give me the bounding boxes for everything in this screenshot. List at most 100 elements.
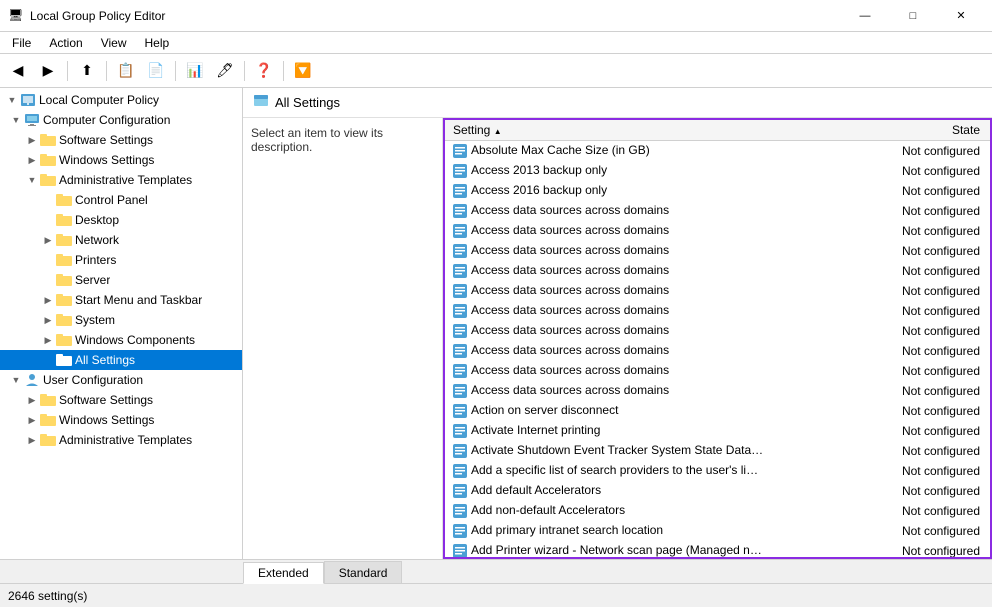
policy-row-icon — [453, 244, 467, 258]
sidebar-item-admin-templates-user[interactable]: ▶ Administrative Templates — [0, 430, 242, 450]
sidebar-item-all-settings[interactable]: ▶ All Settings — [0, 350, 242, 370]
table-row[interactable]: Add Printer wizard - Network scan page (… — [445, 541, 990, 558]
table-row[interactable]: Access data sources across domainsNot co… — [445, 381, 990, 401]
sidebar-item-software-settings[interactable]: ▶ Software Settings — [0, 130, 242, 150]
column-setting[interactable]: Setting — [445, 120, 772, 141]
state-cell: Not configured — [772, 201, 990, 221]
expander-start: ▶ — [40, 292, 56, 308]
column-state[interactable]: State — [772, 120, 990, 141]
table-row[interactable]: Access data sources across domainsNot co… — [445, 301, 990, 321]
export-list[interactable]: 📊 — [181, 57, 209, 85]
forward-button[interactable]: ▶ — [34, 57, 62, 85]
close-button[interactable]: ✕ — [938, 0, 984, 32]
sidebar-item-root[interactable]: ▼ Local Computer Policy — [0, 90, 242, 110]
sidebar-item-windows-components[interactable]: ▶ Windows Components — [0, 330, 242, 350]
menu-item-view[interactable]: View — [93, 34, 135, 52]
content-header: All Settings — [243, 88, 992, 118]
folder-all-icon — [56, 352, 72, 368]
back-button[interactable]: ◀ — [4, 57, 32, 85]
maximize-button[interactable]: □ — [890, 0, 936, 32]
table-row[interactable]: Activate Internet printingNot configured — [445, 421, 990, 441]
sidebar-item-printers[interactable]: ▶ Printers — [0, 250, 242, 270]
setting-cell: Access data sources across domains — [445, 301, 772, 321]
setting-name: Access data sources across domains — [471, 343, 669, 357]
folder-start-icon — [56, 292, 72, 308]
system-label: System — [75, 313, 115, 327]
admin-templates-label: Administrative Templates — [59, 173, 192, 187]
table-row[interactable]: Access data sources across domainsNot co… — [445, 321, 990, 341]
table-row[interactable]: Add default AcceleratorsNot configured — [445, 481, 990, 501]
table-row[interactable]: Access data sources across domainsNot co… — [445, 221, 990, 241]
table-header-row: Setting State — [445, 120, 990, 141]
computer-icon — [24, 112, 40, 128]
tab-standard[interactable]: Standard — [324, 561, 403, 583]
help-button[interactable]: ❓ — [250, 57, 278, 85]
state-cell: Not configured — [772, 161, 990, 181]
windows-components-label: Windows Components — [75, 333, 195, 347]
table-row[interactable]: Add a specific list of search providers … — [445, 461, 990, 481]
expander-admin: ▼ — [24, 172, 40, 188]
menu-item-help[interactable]: Help — [137, 34, 178, 52]
show-hide-console-tree[interactable]: 📋 — [112, 57, 140, 85]
table-row[interactable]: Access data sources across domainsNot co… — [445, 281, 990, 301]
sidebar-item-desktop[interactable]: ▶ Desktop — [0, 210, 242, 230]
sidebar-item-windows-settings-user[interactable]: ▶ Windows Settings — [0, 410, 242, 430]
state-cell: Not configured — [772, 521, 990, 541]
policy-row-icon — [453, 364, 467, 378]
table-row[interactable]: Access data sources across domainsNot co… — [445, 241, 990, 261]
settings-table-container[interactable]: Setting State Absolute Max Cache Size (i… — [445, 120, 990, 557]
folder-ws-user-icon — [40, 412, 56, 428]
table-row[interactable]: Add non-default AcceleratorsNot configur… — [445, 501, 990, 521]
folder-network-icon — [56, 232, 72, 248]
properties[interactable]: 🖊 — [211, 57, 239, 85]
sidebar-item-network[interactable]: ▶ Network — [0, 230, 242, 250]
setting-cell: Access data sources across domains — [445, 281, 772, 301]
table-row[interactable]: Access 2013 backup onlyNot configured — [445, 161, 990, 181]
minimize-button[interactable]: — — [842, 0, 888, 32]
new-window[interactable]: 📄 — [142, 57, 170, 85]
root-label: Local Computer Policy — [39, 93, 159, 107]
sidebar-item-computer-config[interactable]: ▼ Computer Configuration — [0, 110, 242, 130]
table-row[interactable]: Access data sources across domainsNot co… — [445, 341, 990, 361]
expander-ws-user: ▶ — [24, 412, 40, 428]
main-container: ▼ Local Computer Policy ▼ Computer Confi… — [0, 88, 992, 559]
sidebar-item-system[interactable]: ▶ System — [0, 310, 242, 330]
setting-name: Access data sources across domains — [471, 263, 669, 277]
folder-windows-icon — [40, 152, 56, 168]
sidebar-item-start-menu[interactable]: ▶ Start Menu and Taskbar — [0, 290, 242, 310]
table-row[interactable]: Activate Shutdown Event Tracker System S… — [445, 441, 990, 461]
table-row[interactable]: Access data sources across domainsNot co… — [445, 361, 990, 381]
sidebar-item-user-config[interactable]: ▼ User Configuration — [0, 370, 242, 390]
up-button[interactable]: ⬆ — [73, 57, 101, 85]
menu-item-file[interactable]: File — [4, 34, 39, 52]
expander-cp: ▶ — [40, 192, 56, 208]
policy-row-icon — [453, 224, 467, 238]
menu-item-action[interactable]: Action — [41, 34, 90, 52]
tab-extended[interactable]: Extended — [243, 562, 324, 584]
network-label: Network — [75, 233, 119, 247]
table-row[interactable]: Absolute Max Cache Size (in GB)Not confi… — [445, 141, 990, 161]
menu-bar: FileActionViewHelp — [0, 32, 992, 54]
table-row[interactable]: Access data sources across domainsNot co… — [445, 201, 990, 221]
policy-row-icon — [453, 504, 467, 518]
state-cell: Not configured — [772, 261, 990, 281]
table-row[interactable]: Action on server disconnectNot configure… — [445, 401, 990, 421]
table-row[interactable]: Add primary intranet search locationNot … — [445, 521, 990, 541]
windows-settings-user-label: Windows Settings — [59, 413, 154, 427]
policy-row-icon — [453, 324, 467, 338]
filter-button[interactable]: 🔽 — [289, 57, 317, 85]
state-cell: Not configured — [772, 281, 990, 301]
sidebar-item-windows-settings[interactable]: ▶ Windows Settings — [0, 150, 242, 170]
folder-server-icon — [56, 272, 72, 288]
table-row[interactable]: Access data sources across domains Not co… — [445, 261, 990, 281]
table-row[interactable]: Access 2016 backup onlyNot configured — [445, 181, 990, 201]
sidebar-item-software-settings-user[interactable]: ▶ Software Settings — [0, 390, 242, 410]
setting-name: Absolute Max Cache Size (in GB) — [471, 143, 650, 157]
software-settings-user-label: Software Settings — [59, 393, 153, 407]
sidebar-item-control-panel[interactable]: ▶ Control Panel — [0, 190, 242, 210]
folder-admin-icon — [40, 172, 56, 188]
sidebar-item-admin-templates[interactable]: ▼ Administrative Templates — [0, 170, 242, 190]
sidebar-item-server[interactable]: ▶ Server — [0, 270, 242, 290]
setting-name: Access 2016 backup only — [471, 183, 607, 197]
folder-desktop-icon — [56, 212, 72, 228]
